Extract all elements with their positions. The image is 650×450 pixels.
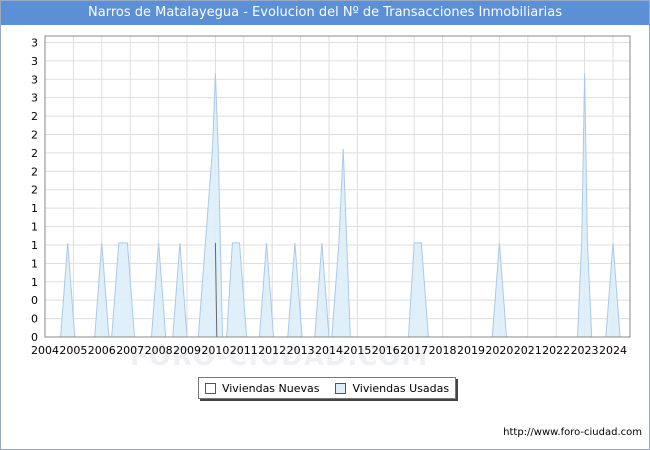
x-tick-label: 2007	[116, 344, 144, 357]
x-tick-label: 2004	[31, 344, 59, 357]
x-tick-label: 2015	[343, 344, 371, 357]
x-tick-label: 2012	[258, 344, 286, 357]
x-tick-label: 2013	[287, 344, 315, 357]
legend-item-nuevas: Viviendas Nuevas	[204, 381, 320, 395]
x-tick-label: 2008	[145, 344, 173, 357]
legend-swatch-nuevas	[204, 382, 216, 394]
y-tick-label: 3	[31, 36, 38, 49]
x-tick-label: 2023	[571, 344, 599, 357]
x-tick-label: 2020	[485, 344, 513, 357]
y-tick-label: 1	[31, 276, 38, 289]
source-link[interactable]: http://www.foro-ciudad.com	[503, 427, 642, 438]
x-tick-label: 2011	[230, 344, 258, 357]
x-tick-label: 2005	[59, 344, 87, 357]
x-tick-label: 2010	[201, 344, 229, 357]
y-tick-label: 2	[31, 128, 38, 141]
y-tick-label: 1	[31, 221, 38, 234]
y-tick-label: 1	[31, 239, 38, 252]
y-tick-label: 2	[31, 110, 38, 123]
y-tick-label: 3	[31, 55, 38, 68]
y-tick-label: 2	[31, 184, 38, 197]
y-tick-label: 2	[31, 165, 38, 178]
x-tick-label: 2018	[429, 344, 457, 357]
x-tick-label: 2014	[315, 344, 343, 357]
y-tick-label: 0	[31, 313, 38, 326]
y-tick-label: 0	[31, 331, 38, 344]
y-tick-label: 1	[31, 202, 38, 215]
x-tick-label: 2024	[599, 344, 627, 357]
x-tick-label: 2009	[173, 344, 201, 357]
x-tick-label: 2019	[457, 344, 485, 357]
x-tick-label: 2006	[88, 344, 116, 357]
x-tick-label: 2017	[400, 344, 428, 357]
y-tick-label: 0	[31, 294, 38, 307]
y-tick-label: 1	[31, 257, 38, 270]
legend-swatch-usadas	[335, 382, 347, 394]
x-tick-label: 2022	[542, 344, 570, 357]
legend-item-usadas: Viviendas Usadas	[335, 382, 449, 395]
y-tick-label: 3	[31, 73, 38, 86]
y-tick-label: 2	[31, 147, 38, 160]
legend-label-nuevas: Viviendas Nuevas	[221, 381, 320, 395]
chart-legend: Viviendas Nuevas Viviendas Usadas	[198, 377, 456, 399]
x-tick-label: 2016	[372, 344, 400, 357]
x-tick-label: 2021	[514, 344, 542, 357]
legend-label-usadas: Viviendas Usadas	[352, 381, 450, 395]
y-tick-label: 3	[31, 92, 38, 105]
